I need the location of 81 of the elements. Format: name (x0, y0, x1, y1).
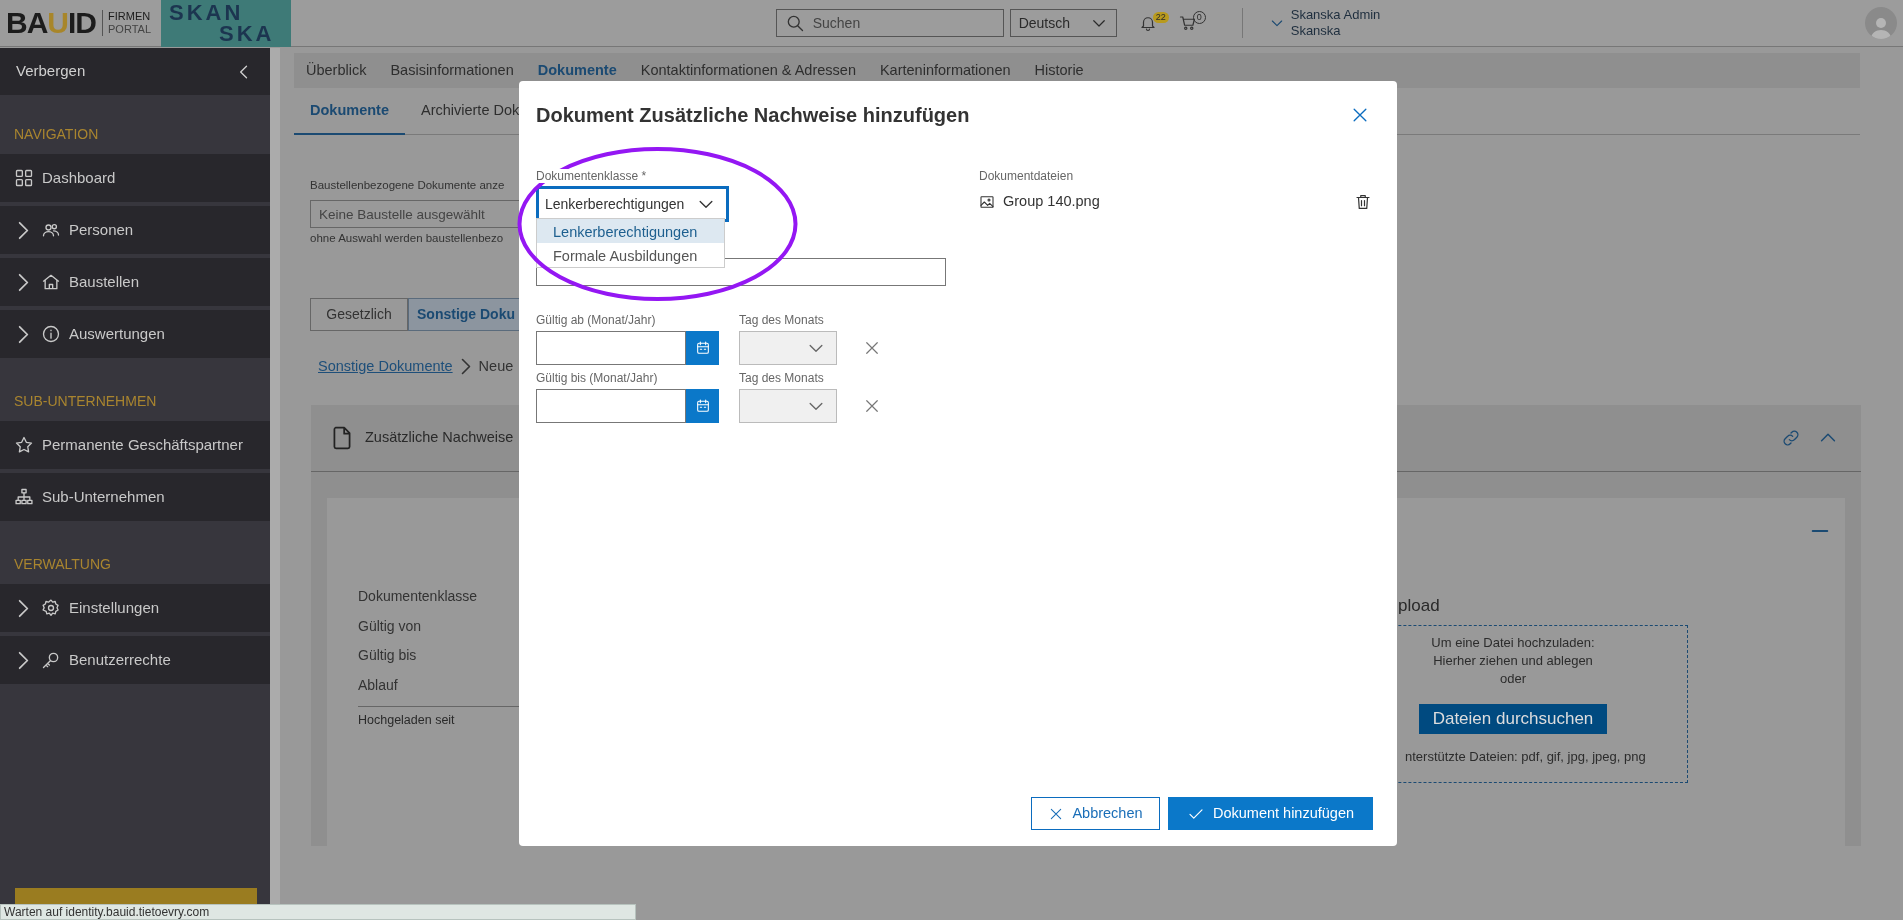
field-hint: ohne Auswahl werden baustellenbezo (310, 231, 504, 247)
sidebar-toggle[interactable]: Verbergen (0, 48, 270, 95)
language-select[interactable]: Deutsch (1009, 9, 1117, 37)
info-icon (41, 324, 61, 344)
clear-icon[interactable] (863, 339, 881, 357)
field-label: Gültig bis (358, 646, 418, 666)
supported-types: nterstützte Dateien: pdf, gif, jpg, jpeg, png (1405, 747, 1646, 766)
browse-button[interactable]: Dateien durchsuchen (1418, 703, 1608, 734)
calendar-icon (694, 398, 711, 414)
field-label: Ablauf (358, 675, 399, 695)
hierarchy-icon (14, 487, 34, 507)
tab[interactable]: Archivierte Dok (404, 100, 536, 135)
company-name: Skanska (1290, 23, 1342, 39)
sidebar-section-title: NAVIGATION (13, 125, 100, 144)
field-label: Dokumentdateien (979, 169, 1075, 183)
notification-count: 22 (1152, 11, 1169, 23)
sidebar-item[interactable]: Baustellen (0, 258, 270, 306)
breadcrumb-link[interactable]: Sonstige Dokumente (318, 355, 453, 378)
field-label: Baustellenbezogene Dokumente anze (310, 178, 505, 193)
tab[interactable]: Überblick (294, 59, 379, 82)
grid-icon (14, 168, 34, 188)
key-icon (41, 650, 61, 670)
file-name: Group 140.png (1003, 192, 1100, 211)
bell-icon[interactable] (1138, 14, 1157, 32)
sidebar-item[interactable]: Auswertungen (0, 310, 270, 358)
field-label: Tag des Monats (739, 313, 825, 327)
field-label: Dokumentenklasse * (536, 169, 647, 183)
sidebar-section-title: SUB-UNTERNEHMEN (13, 392, 158, 411)
cancel-button[interactable]: Abbrechen (1031, 797, 1160, 830)
image-icon (979, 193, 995, 210)
sidebar-section-title: VERWALTUNG (13, 555, 112, 574)
tab[interactable]: Dokumente (525, 59, 629, 82)
gear-icon (41, 598, 61, 618)
date-input[interactable] (536, 389, 686, 423)
field-label: Hochgeladen seit (358, 712, 456, 730)
link-icon[interactable] (1781, 428, 1801, 449)
field-label: Gültig bis (Monat/Jahr) (536, 371, 659, 385)
sidebar-item[interactable]: Benutzerrechte (0, 636, 270, 684)
tab[interactable]: Historie (1022, 59, 1096, 82)
cart-icon[interactable] (1178, 14, 1197, 32)
site-select[interactable]: Keine Baustelle ausgewählt (310, 200, 520, 229)
field-label: Gültig ab (Monat/Jahr) (536, 313, 657, 327)
partner-logo: SKAN SKA (161, 0, 291, 47)
tab[interactable]: Dokumente (294, 100, 405, 135)
sidebar-item[interactable]: Einstellungen (0, 584, 270, 632)
dropdown-option[interactable]: Lenkerberechtigungen (537, 219, 724, 243)
drop-instruction: Um eine Datei hochzuladen: (1430, 633, 1596, 652)
portal-title: FIRMEN (108, 10, 151, 23)
field-label: Tag des Monats (739, 371, 825, 385)
clear-icon[interactable] (863, 397, 881, 415)
status-bar: Warten auf identity.bauid.tietoevry.com (0, 904, 636, 920)
upload-title: pload (1397, 595, 1441, 618)
trash-icon[interactable] (1354, 192, 1372, 211)
calendar-button[interactable] (686, 331, 719, 365)
calendar-button[interactable] (686, 389, 719, 423)
toggle-button[interactable]: Gesetzlich (310, 297, 408, 331)
submit-button[interactable]: Dokument hinzufügen (1168, 797, 1373, 830)
breadcrumb-current: Neue (478, 356, 514, 376)
user-name: Skanska Admin (1290, 7, 1381, 23)
drop-instruction: Hierher ziehen und ablegen (1432, 651, 1594, 670)
section-title: Zusätzliche Nachweise (365, 428, 514, 448)
sidebar-item[interactable]: Personen (0, 206, 270, 254)
field-label: Dokumentenklasse (358, 587, 479, 607)
star-icon (14, 435, 34, 455)
tab[interactable]: Kontaktinformationen & Adressen (628, 59, 868, 82)
calendar-icon (694, 340, 711, 356)
date-input[interactable] (536, 331, 686, 365)
dropdown-option[interactable]: Formale Ausbildungen (537, 243, 724, 267)
tab[interactable]: Basisinformationen (378, 59, 526, 82)
drop-instruction: oder (1499, 669, 1527, 688)
logo: BAUID (6, 8, 96, 38)
sidebar-item[interactable]: Permanente Geschäftspartner (0, 421, 270, 469)
chevron-right-icon (460, 357, 471, 375)
search-field[interactable]: Suchen (775, 9, 1004, 37)
sidebar-item[interactable]: Sub-Unternehmen (0, 473, 270, 521)
field-label: Gültig von (358, 616, 423, 636)
portal-subtitle: PORTAL (108, 23, 151, 36)
dialog-title: Dokument Zusätzliche Nachweise hinzufügen (536, 103, 970, 128)
tab[interactable]: Karteninformationen (867, 59, 1023, 82)
house-icon (41, 272, 61, 292)
sidebar-item[interactable]: Dashboard (0, 154, 270, 202)
